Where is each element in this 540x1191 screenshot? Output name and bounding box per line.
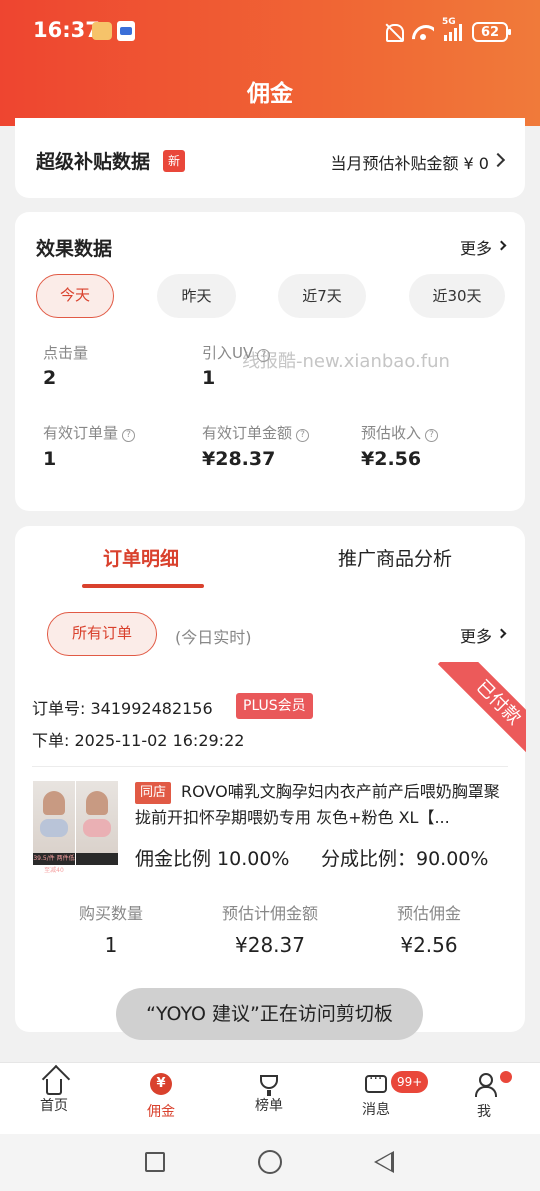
order-number: 订单号: 341992482156 (32, 695, 213, 719)
nav-label-home[interactable]: 首页 (40, 1098, 68, 1114)
notification-dot (500, 1071, 512, 1083)
tab-7days[interactable]: 近7天 (278, 274, 366, 318)
product-image-caption: 39.5/件 两件低至减40 (33, 853, 75, 874)
system-nav-bar (0, 1134, 540, 1191)
realtime-note: (今日实时) (175, 628, 252, 647)
stat-value-est-commission: ¥2.56 (400, 933, 458, 957)
chevron-right-icon[interactable] (496, 628, 507, 639)
commission-rate: 佣金比例 10.00% (135, 848, 290, 870)
nav-item-ranking[interactable]: 榜单 (229, 1073, 309, 1115)
tab-product-analysis[interactable]: 推广商品分析 (338, 544, 452, 571)
metric-value-est-income: ¥2.56 (361, 448, 422, 470)
order-time: 下单: 2025-11-02 16:29:22 (32, 727, 244, 751)
new-badge: 新 (163, 150, 185, 172)
stat-label-commission-base: 预估计佣金额 (221, 904, 318, 923)
all-orders-button[interactable]: 所有订单 (47, 612, 157, 656)
tab-yesterday[interactable]: 昨天 (157, 274, 236, 318)
nav-label-messages[interactable]: 消息 (362, 1102, 390, 1118)
watermark-text: 线报酷-new.xianbao.fun (242, 351, 450, 372)
metric-label-est-income-text: 预估收入 (361, 424, 422, 442)
plus-member-badge: PLUS会员 (236, 693, 313, 719)
metric-label-valid-orders-text: 有效订单量 (43, 424, 119, 442)
message-icon[interactable] (365, 1071, 387, 1093)
divider (32, 766, 508, 767)
help-icon[interactable]: ? (122, 429, 136, 442)
share-rate: 分成比例：90.00% (321, 848, 489, 870)
more-label[interactable]: 更多 (460, 627, 492, 646)
nav-label-commission[interactable]: 佣金 (147, 1104, 175, 1120)
help-icon[interactable]: ? (296, 429, 310, 442)
stat-label-quantity: 购买数量 (78, 904, 143, 923)
product-title[interactable]: ROVO哺乳文胸孕妇内衣产前产后喂奶胸罩聚拢前开扣怀孕期喂奶专用 灰色+粉色 X… (135, 779, 507, 831)
tab-order-details[interactable]: 订单明细 (103, 544, 179, 571)
orders-more-link[interactable]: 更多 (460, 623, 507, 647)
chevron-right-icon[interactable] (490, 152, 506, 168)
metric-value-uv: 1 (202, 367, 216, 389)
more-label[interactable]: 更多 (460, 239, 492, 258)
notification-app-icon (117, 21, 135, 41)
stat-value-commission-base: ¥28.37 (235, 933, 305, 957)
stat-label-est-commission: 预估佣金 (396, 904, 461, 923)
home-icon[interactable] (46, 1079, 62, 1095)
shop-tag: 同店 (135, 782, 172, 804)
effect-more-link[interactable]: 更多 (460, 235, 507, 259)
paid-status-label: 已付款 (437, 662, 526, 752)
subsidy-card[interactable]: 超级补贴数据 新 当月预估补贴金额 ¥ 0 (15, 118, 525, 198)
status-time: 16:37 (33, 18, 100, 42)
subsidy-amount[interactable]: 当月预估补贴金额 ¥ 0 (330, 150, 489, 174)
product-image[interactable]: 39.5/件 两件低至减40 (33, 781, 75, 874)
home-circle-icon[interactable] (258, 1150, 282, 1174)
bottom-nav: 首页 ¥ 佣金 榜单 消息 我 99+ (0, 1062, 540, 1134)
commission-yen-icon[interactable]: ¥ (150, 1073, 172, 1095)
nav-label-ranking[interactable]: 榜单 (255, 1098, 283, 1114)
metric-value-valid-orders: 1 (43, 448, 57, 470)
app-header: 16:37 5G 62 佣金 (0, 0, 540, 126)
message-count-badge: 99+ (391, 1071, 429, 1093)
signal-icon: 5G (442, 17, 462, 41)
help-icon[interactable]: ? (425, 429, 439, 442)
metric-value-clicks: 2 (43, 367, 57, 389)
stat-value-quantity: 1 (104, 933, 118, 957)
user-icon[interactable] (473, 1073, 497, 1097)
metric-label-est-income: 预估收入? (361, 422, 439, 443)
battery-icon: 62 (472, 22, 511, 42)
recent-apps-icon[interactable] (145, 1152, 165, 1172)
tab-today[interactable]: 今天 (36, 274, 114, 318)
orders-card: 订单明细 推广商品分析 所有订单 (今日实时) 更多 已付款 订单号: 3419… (15, 526, 526, 1032)
mute-bell-icon (384, 22, 404, 42)
metric-label-valid-amount: 有效订单金额? (202, 422, 310, 443)
network-type: 5G (442, 17, 456, 27)
clipboard-toast: “YOYO 建议”正在访问剪切板 (116, 988, 423, 1040)
status-bar: 16:37 5G 62 (0, 14, 540, 50)
effect-title: 效果数据 (36, 238, 113, 260)
metric-label-valid-amount-text: 有效订单金额 (202, 424, 293, 442)
status-ribbon: 已付款 (436, 662, 526, 752)
nav-item-home[interactable]: 首页 (14, 1073, 94, 1115)
metric-label-valid-orders: 有效订单量? (43, 422, 136, 443)
order-number-label: 订单号: (32, 699, 86, 718)
nav-item-me[interactable]: 我 (444, 1073, 524, 1121)
page-title: 佣金 (247, 81, 293, 107)
product-image[interactable] (76, 781, 118, 865)
back-triangle-icon[interactable] (374, 1151, 394, 1173)
wifi-icon (412, 23, 434, 41)
status-icons: 5G 62 (384, 17, 511, 44)
trophy-icon[interactable] (260, 1075, 278, 1096)
metric-label-clicks: 点击量 (43, 344, 89, 362)
order-time-label: 下单: (32, 731, 70, 750)
chevron-right-icon[interactable] (496, 240, 507, 251)
tab-30days[interactable]: 近30天 (409, 274, 505, 318)
active-tab-indicator (82, 584, 204, 588)
nav-item-commission[interactable]: ¥ 佣金 (121, 1073, 201, 1121)
order-number-value: 341992482156 (90, 699, 213, 718)
notification-app-icon (92, 22, 112, 40)
subsidy-title: 超级补贴数据 (36, 151, 151, 173)
nav-label-me[interactable]: 我 (477, 1104, 491, 1120)
order-time-value: 2025-11-02 16:29:22 (74, 731, 245, 750)
metric-value-valid-amount: ¥28.37 (202, 448, 276, 470)
